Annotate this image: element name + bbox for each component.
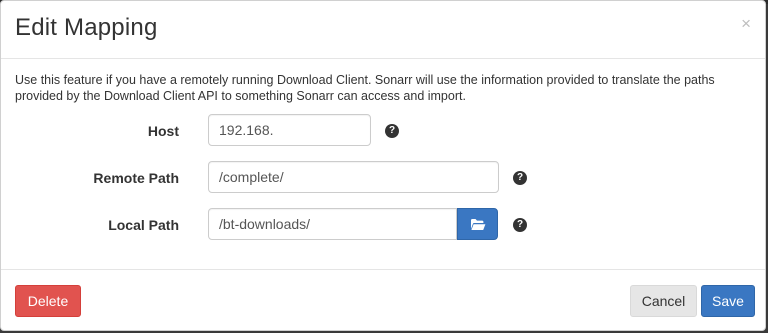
dialog-title: Edit Mapping [15,14,158,41]
remote-path-input[interactable] [208,161,499,193]
dialog-header: Edit Mapping × [1,1,765,59]
delete-button[interactable]: Delete [15,285,81,317]
browse-folder-button[interactable] [457,208,498,240]
save-button[interactable]: Save [701,285,755,317]
local-path-label: Local Path [108,217,179,233]
remote-path-label: Remote Path [93,170,179,186]
dialog-footer: Delete Cancel Save [1,269,765,332]
close-icon[interactable]: × [741,15,751,33]
local-path-help-icon[interactable]: ? [513,218,527,232]
host-label: Host [147,123,179,139]
host-help-icon[interactable]: ? [385,124,399,138]
host-input[interactable] [208,114,371,146]
local-path-input[interactable] [208,208,457,240]
folder-open-icon [470,218,485,230]
dialog-body: Use this feature if you have a remotely … [1,59,765,269]
remote-path-help-icon[interactable]: ? [513,171,527,185]
dialog-description: Use this feature if you have a remotely … [15,73,715,103]
cancel-button[interactable]: Cancel [630,285,697,317]
edit-mapping-dialog: Edit Mapping × Use this feature if you h… [0,0,766,331]
